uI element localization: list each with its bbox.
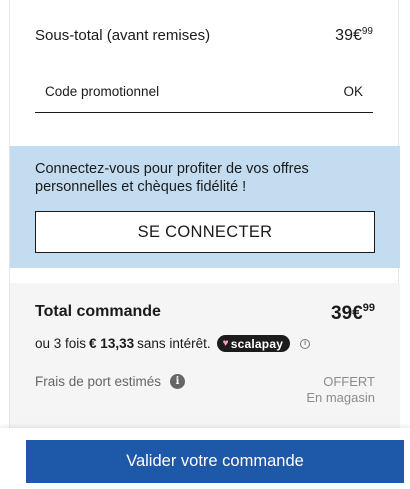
total-section: Total commande 39€99 ou 3 fois € 13,33 s… (10, 283, 400, 430)
subtotal-price-main: 39€ (335, 27, 362, 44)
heart-icon: ♥ (222, 338, 229, 349)
scalapay-badge[interactable]: ♥ scalapay (216, 335, 291, 352)
checkout-bar: Valider votre commande (0, 428, 410, 489)
subtotal-row: Sous-total (avant remises) 39€99 (35, 26, 373, 45)
login-banner: Connectez-vous pour profiter de vos offr… (10, 146, 400, 268)
info-icon[interactable]: i (300, 338, 311, 349)
shipping-label-group: Frais de port estimés i (35, 374, 186, 389)
total-label: Total commande (35, 303, 161, 320)
shipping-label: Frais de port estimés (35, 374, 162, 389)
login-button[interactable]: SE CONNECTER (35, 211, 375, 253)
installment-prefix: ou 3 fois (35, 336, 87, 351)
shipping-sub-value: En magasin (306, 390, 375, 405)
subtotal-price-cents: 99 (361, 26, 373, 37)
validate-order-button[interactable]: Valider votre commande (26, 440, 404, 483)
total-row: Total commande 39€99 (35, 302, 375, 325)
shipping-value-group: OFFERT En magasin (306, 374, 375, 406)
login-message: Connectez-vous pour profiter de vos offr… (35, 161, 309, 195)
total-price-main: 39€ (331, 303, 363, 324)
installment-info: ou 3 fois € 13,33 sans intérêt. ♥ scalapa… (35, 335, 311, 352)
installment-suffix: sans intérêt. (137, 336, 211, 351)
promo-code-input[interactable]: Code promotionnel (35, 84, 159, 99)
total-price-cents: 99 (362, 302, 375, 314)
scalapay-label: scalapay (230, 336, 284, 351)
shipping-row: Frais de port estimés i OFFERT En magasi… (35, 374, 375, 406)
promo-code-field[interactable]: Code promotionnel OK (35, 84, 373, 113)
total-price: 39€99 (331, 302, 375, 325)
shipping-info-icon[interactable]: i (170, 374, 186, 389)
shipping-value: OFFERT (323, 374, 375, 389)
order-summary-card: Sous-total (avant remises) 39€99 Code pr… (9, 0, 400, 430)
installment-amount: € 13,33 (89, 336, 135, 351)
promo-ok-button[interactable]: OK (343, 84, 373, 99)
subtotal-price: 39€99 (335, 26, 373, 45)
cart-summary-page: Sous-total (avant remises) 39€99 Code pr… (0, 0, 410, 489)
subtotal-label: Sous-total (avant remises) (35, 27, 211, 44)
